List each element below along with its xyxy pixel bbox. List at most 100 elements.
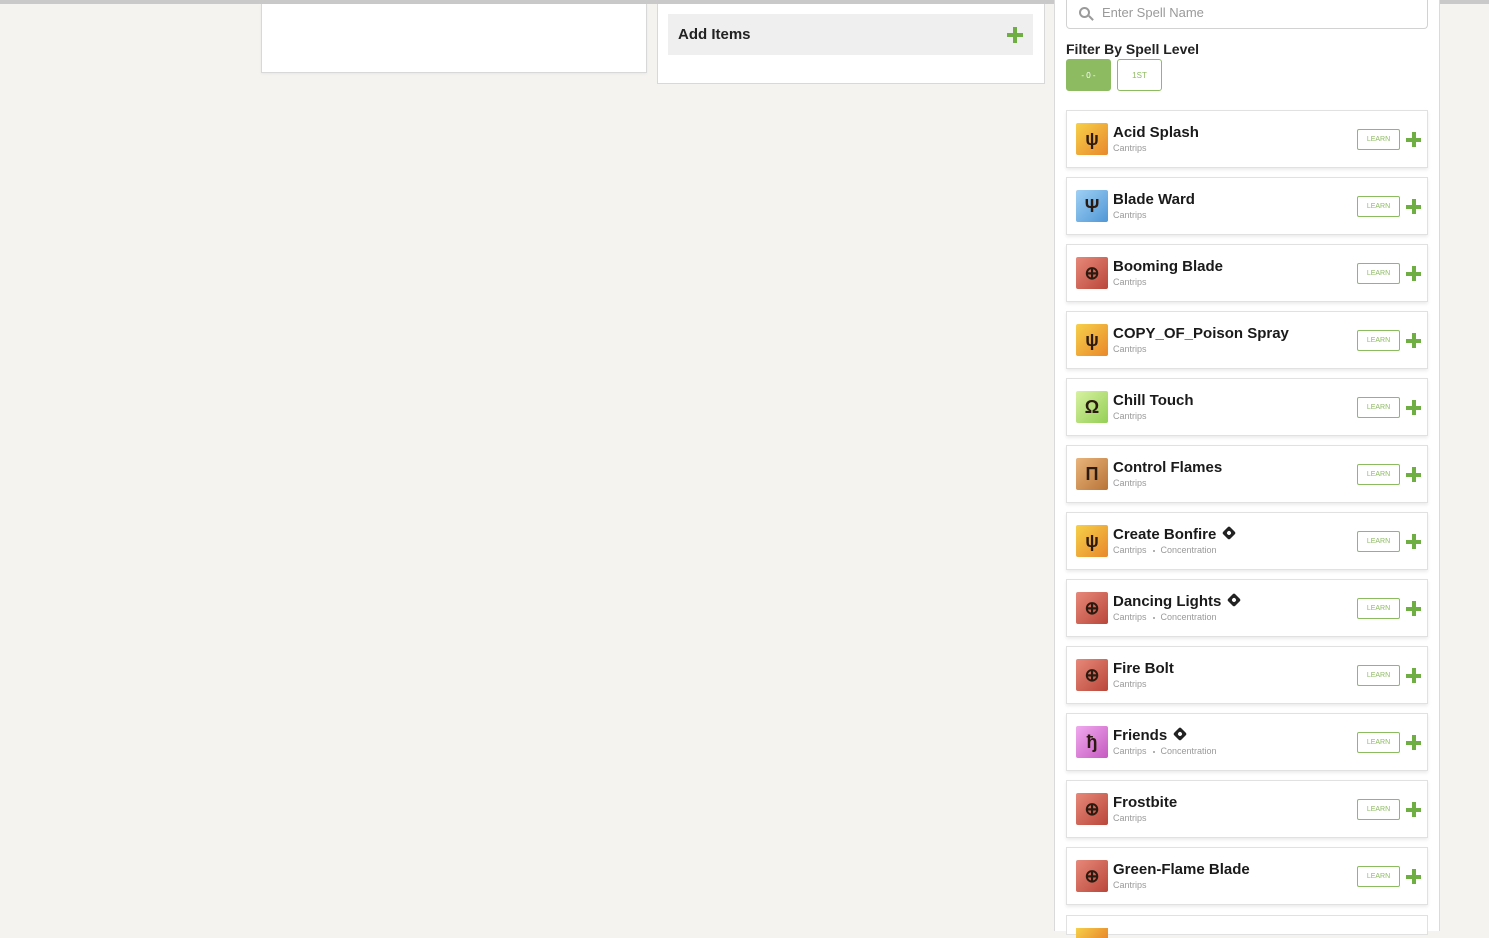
add-spell-plus-icon[interactable]	[1406, 467, 1421, 482]
spell-meta: Cantrips	[1113, 277, 1147, 287]
add-spell-plus-icon[interactable]	[1406, 668, 1421, 683]
plus-icon[interactable]	[1007, 26, 1023, 43]
spell-level-text: Cantrips	[1113, 143, 1147, 153]
add-items-label: Add Items	[678, 26, 751, 43]
concentration-text: Concentration	[1160, 746, 1217, 756]
concentration-icon	[1227, 592, 1242, 608]
filter-title: Filter By Spell Level	[1066, 41, 1200, 57]
add-items-bar[interactable]: Add Items	[668, 14, 1033, 55]
learn-button[interactable]: LEARN	[1357, 598, 1400, 619]
search-box	[1066, 0, 1428, 29]
level-1-button[interactable]: 1ST	[1117, 59, 1162, 91]
spell-meta: Cantrips Concentration	[1113, 612, 1217, 622]
learn-button[interactable]: LEARN	[1357, 799, 1400, 820]
spell-name-text: Blade Ward	[1113, 191, 1195, 208]
spell-card[interactable]: ⊕ Fire Bolt Cantrips LEARN	[1066, 646, 1428, 704]
add-spell-plus-icon[interactable]	[1406, 601, 1421, 616]
spell-level-text: Cantrips	[1113, 813, 1147, 823]
spell-level-text: Cantrips	[1113, 478, 1147, 488]
spell-card[interactable]: ψ COPY_OF_Poison Spray Cantrips LEARN	[1066, 311, 1428, 369]
spell-card[interactable]: ⊕ Frostbite Cantrips LEARN	[1066, 780, 1428, 838]
spell-meta: Cantrips	[1113, 679, 1147, 689]
spell-name-text: Dancing Lights	[1113, 593, 1222, 610]
spell-meta: Cantrips	[1113, 210, 1147, 220]
spell-level-text: Cantrips	[1113, 679, 1147, 689]
learn-button[interactable]: LEARN	[1357, 531, 1400, 552]
learn-button[interactable]: LEARN	[1357, 397, 1400, 418]
spell-name[interactable]: Blade Ward	[1113, 191, 1195, 208]
evocation-sigil-icon: ψ	[1076, 324, 1108, 356]
level-0-button[interactable]: - 0 -	[1066, 59, 1111, 91]
spell-name[interactable]: Create Bonfire	[1113, 525, 1237, 543]
concentration-icon	[1222, 525, 1237, 541]
learn-button[interactable]: LEARN	[1357, 665, 1400, 686]
add-spell-plus-icon[interactable]	[1406, 534, 1421, 549]
spell-name[interactable]: Dancing Lights	[1113, 592, 1242, 610]
spell-card[interactable]: ψ Create Bonfire Cantrips Concentration LEAR…	[1066, 512, 1428, 570]
spell-card[interactable]: ђ Friends Cantrips Concentration LEARN	[1066, 713, 1428, 771]
evocation-sigil-icon: ψ	[1076, 525, 1108, 557]
separator-dot	[1152, 750, 1155, 753]
spell-meta: Cantrips	[1113, 880, 1147, 890]
search-input[interactable]	[1100, 3, 1404, 21]
spell-name[interactable]: Green-Flame Blade	[1113, 861, 1250, 878]
spell-name-text: Acid Splash	[1113, 124, 1199, 141]
spell-name[interactable]: Friends	[1113, 726, 1188, 744]
empty-panel	[261, 4, 647, 73]
spell-name[interactable]: COPY_OF_Poison Spray	[1113, 325, 1289, 342]
add-spell-plus-icon[interactable]	[1406, 802, 1421, 817]
concentration-text: Concentration	[1160, 545, 1217, 555]
spell-card[interactable]: ⊕ Booming Blade Cantrips LEARN	[1066, 244, 1428, 302]
separator-dot	[1152, 549, 1155, 552]
spell-level-text: Cantrips	[1113, 612, 1147, 622]
abjuration-sigil-icon: Ψ	[1076, 190, 1108, 222]
spell-card-partial[interactable]	[1066, 915, 1428, 938]
eye-sigil-icon: ⊕	[1076, 592, 1108, 624]
spell-name[interactable]: Acid Splash	[1113, 124, 1199, 141]
spell-name-text: Frostbite	[1113, 794, 1178, 811]
spell-card[interactable]: Π Control Flames Cantrips LEARN	[1066, 445, 1428, 503]
learn-button[interactable]: LEARN	[1357, 732, 1400, 753]
add-spell-plus-icon[interactable]	[1406, 735, 1421, 750]
add-spell-plus-icon[interactable]	[1406, 400, 1421, 415]
spell-icon	[1076, 928, 1108, 938]
learn-button[interactable]: LEARN	[1357, 866, 1400, 887]
spell-name[interactable]: Chill Touch	[1113, 392, 1194, 409]
spell-name-text: COPY_OF_Poison Spray	[1113, 325, 1289, 342]
eye-sigil-icon: ⊕	[1076, 793, 1108, 825]
spell-name-text: Friends	[1113, 727, 1168, 744]
learn-button[interactable]: LEARN	[1357, 464, 1400, 485]
spell-level-text: Cantrips	[1113, 880, 1147, 890]
search-icon	[1079, 6, 1090, 18]
learn-button[interactable]: LEARN	[1357, 196, 1400, 217]
spell-name-text: Chill Touch	[1113, 392, 1194, 409]
learn-button[interactable]: LEARN	[1357, 129, 1400, 150]
concentration-text: Concentration	[1160, 612, 1217, 622]
learn-button[interactable]: LEARN	[1357, 330, 1400, 351]
learn-button[interactable]: LEARN	[1357, 263, 1400, 284]
necromancy-sigil-icon: Ω	[1076, 391, 1108, 423]
add-spell-plus-icon[interactable]	[1406, 869, 1421, 884]
spell-meta: Cantrips	[1113, 813, 1147, 823]
eye-sigil-icon: ⊕	[1076, 860, 1108, 892]
add-spell-plus-icon[interactable]	[1406, 199, 1421, 214]
spell-card[interactable]: ψ Acid Splash Cantrips LEARN	[1066, 110, 1428, 168]
spell-name[interactable]: Control Flames	[1113, 459, 1222, 476]
spell-meta: Cantrips	[1113, 478, 1147, 488]
add-spell-plus-icon[interactable]	[1406, 132, 1421, 147]
spell-level-text: Cantrips	[1113, 344, 1147, 354]
spell-name-text: Control Flames	[1113, 459, 1223, 476]
spell-meta: Cantrips	[1113, 143, 1147, 153]
spell-card[interactable]: Ω Chill Touch Cantrips LEARN	[1066, 378, 1428, 436]
spell-name[interactable]: Booming Blade	[1113, 258, 1223, 275]
spell-name[interactable]: Frostbite	[1113, 794, 1177, 811]
spell-card[interactable]: ⊕ Green-Flame Blade Cantrips LEARN	[1066, 847, 1428, 905]
spell-card[interactable]: Ψ Blade Ward Cantrips LEARN	[1066, 177, 1428, 235]
spell-list: ψ Acid Splash Cantrips LEARN Ψ Blade Ward Cant…	[1066, 110, 1428, 914]
add-spell-plus-icon[interactable]	[1406, 266, 1421, 281]
spell-name-text: Booming Blade	[1113, 258, 1224, 275]
spell-name[interactable]: Fire Bolt	[1113, 660, 1174, 677]
add-spell-plus-icon[interactable]	[1406, 333, 1421, 348]
concentration-icon	[1173, 726, 1188, 742]
spell-card[interactable]: ⊕ Dancing Lights Cantrips Concentration LEAR…	[1066, 579, 1428, 637]
